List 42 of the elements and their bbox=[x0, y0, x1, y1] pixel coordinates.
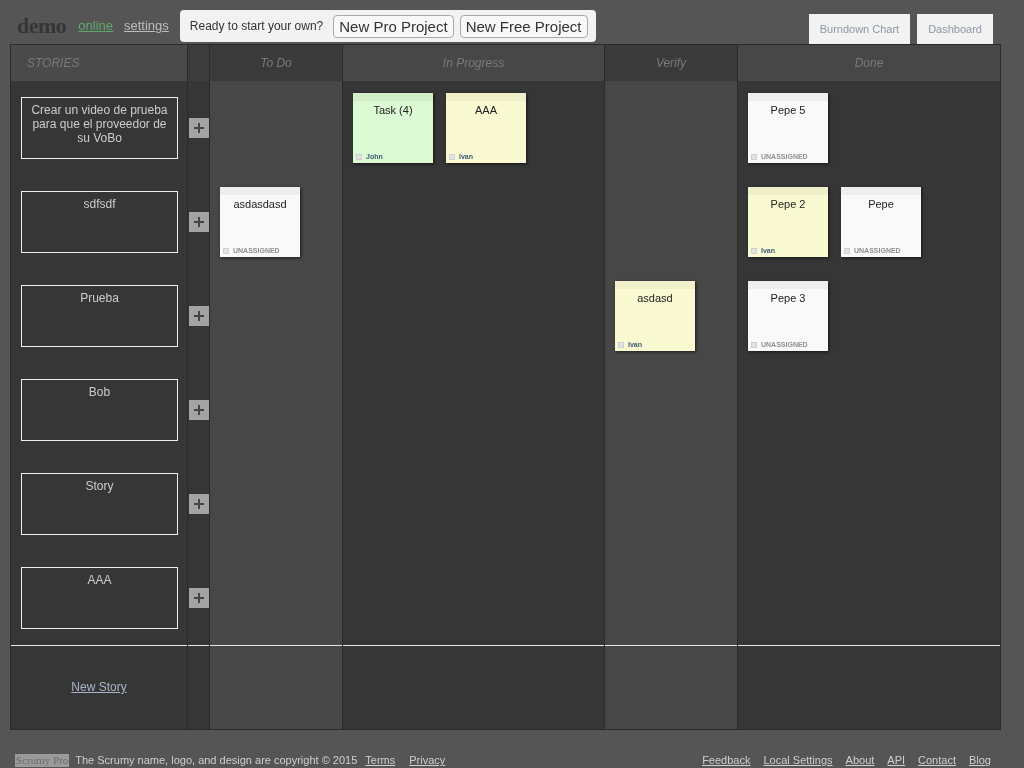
plus-icon bbox=[194, 123, 204, 133]
footer-link[interactable]: Feedback bbox=[702, 754, 751, 767]
task-title: asdasdasd bbox=[233, 198, 287, 211]
add-task-button[interactable] bbox=[189, 118, 209, 138]
copyright-text: The Scrumy name, logo, and design are copyright © 2015 bbox=[75, 754, 358, 767]
footer-link[interactable]: Local Settings bbox=[763, 754, 833, 767]
plus-icon bbox=[194, 217, 204, 227]
footer-link[interactable]: Terms bbox=[365, 754, 396, 767]
story-card[interactable]: Prueba bbox=[21, 285, 178, 347]
plus-icon bbox=[194, 499, 204, 509]
story-card[interactable]: AAA bbox=[21, 567, 178, 629]
story-card[interactable]: Bob bbox=[21, 379, 178, 441]
add-task-button[interactable] bbox=[189, 212, 209, 232]
footer-link[interactable]: Blog bbox=[968, 754, 991, 767]
add-task-button[interactable] bbox=[189, 400, 209, 420]
plus-icon bbox=[194, 405, 204, 415]
add-task-button[interactable] bbox=[189, 306, 209, 326]
story-card[interactable]: sdfsdf bbox=[21, 191, 178, 253]
add-task-button[interactable] bbox=[189, 588, 209, 608]
footer-link[interactable]: About bbox=[845, 754, 875, 767]
new-story-link[interactable]: New Story bbox=[71, 678, 127, 696]
settings-link[interactable]: settings bbox=[124, 16, 169, 36]
new-project-button[interactable]: New Pro Project bbox=[333, 14, 454, 38]
footer-link[interactable]: Privacy bbox=[409, 754, 446, 767]
task-title: Pepe 5 bbox=[770, 104, 806, 117]
task-title: Pepe 2 bbox=[770, 198, 806, 211]
promo-text: Ready to start your own? bbox=[189, 18, 324, 35]
footer-link[interactable]: API bbox=[887, 754, 906, 767]
task-title: AAA bbox=[475, 104, 497, 117]
footer-link[interactable]: Contact bbox=[918, 754, 956, 767]
column-header: Verify bbox=[605, 45, 737, 81]
story-card[interactable]: Story bbox=[21, 473, 178, 535]
story-card[interactable]: Crear un video de prueba para que el proveedor de su VoBo bbox=[21, 97, 178, 159]
task-title: asdasd bbox=[637, 292, 673, 305]
add-task-button[interactable] bbox=[189, 494, 209, 514]
task-title: Pepe bbox=[868, 198, 894, 211]
plus-icon bbox=[194, 593, 204, 603]
plus-icon bbox=[194, 311, 204, 321]
task-title: Pepe 3 bbox=[770, 292, 806, 305]
task-title: Task (4) bbox=[373, 104, 413, 117]
new-project-button[interactable]: New Free Project bbox=[459, 14, 588, 38]
column-header: To Do bbox=[210, 45, 342, 81]
